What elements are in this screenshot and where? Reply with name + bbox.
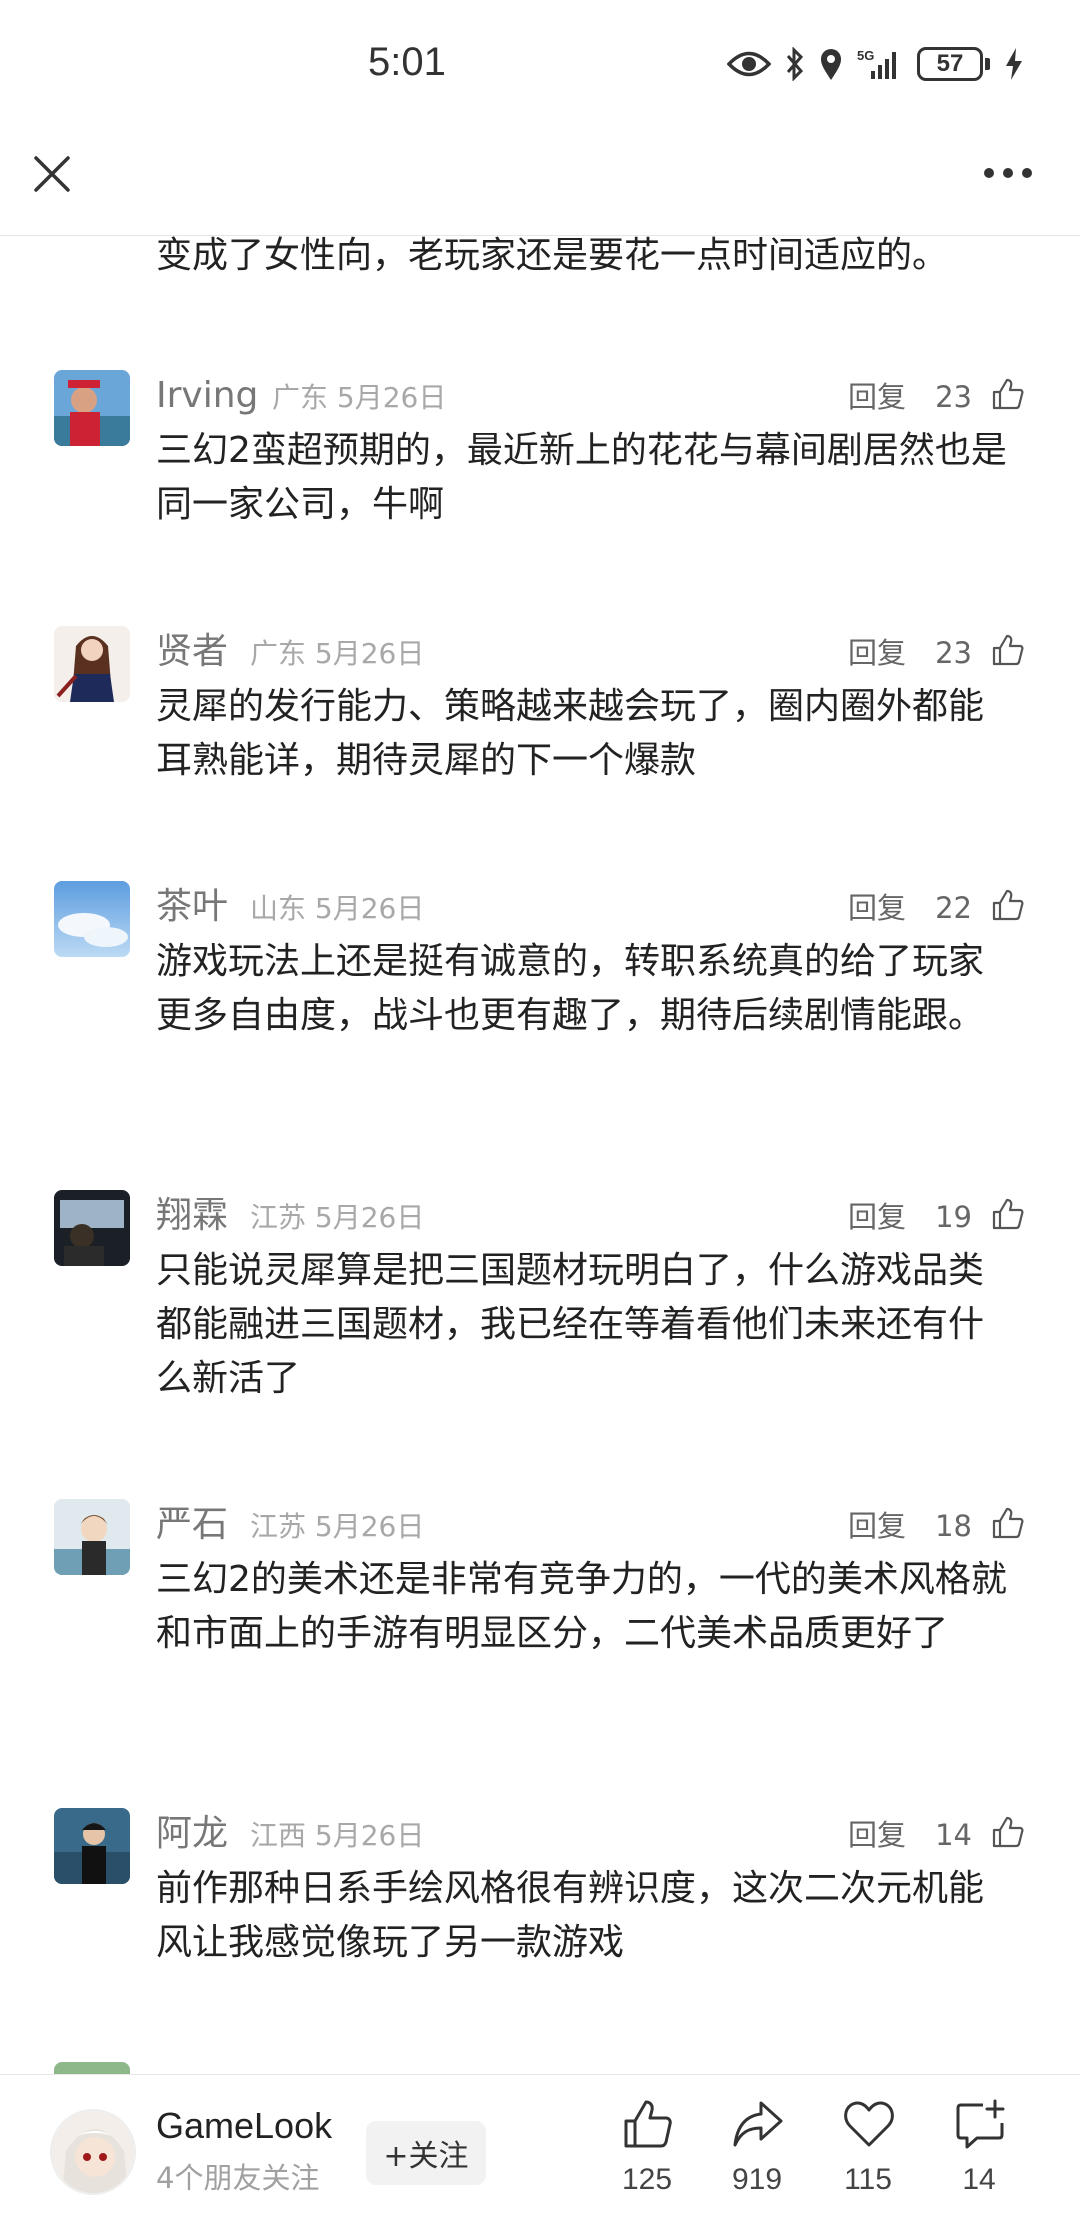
- heart-icon: [844, 2101, 894, 2147]
- comment-location: 广东: [272, 381, 329, 414]
- comment-text: 灵犀的发行能力、策略越来越会玩了，圈内圈外都能耳熟能详，期待灵犀的下一个爆款: [156, 686, 985, 781]
- thumbs-up-icon[interactable]: [990, 1196, 1026, 1232]
- author-name[interactable]: GameLook: [156, 2105, 332, 2147]
- reply-button[interactable]: 回复: [848, 380, 906, 414]
- comment-date: 5月26日: [314, 1819, 425, 1852]
- previous-comment-tail: 变成了女性向，老玩家还是要花一点时间适应的。: [156, 236, 949, 276]
- comment-location: 江苏: [250, 1201, 307, 1234]
- comment-text: 三幻2蛮超预期的，最近新上的花花与幕间剧居然也是同一家公司，牛啊: [156, 430, 1007, 525]
- comment-date: 5月26日: [314, 1510, 425, 1543]
- comment-author[interactable]: 翔霖: [156, 1194, 228, 1238]
- reply-button[interactable]: 回复: [848, 1818, 906, 1852]
- follow-button[interactable]: +关注: [366, 2121, 486, 2185]
- more-icon[interactable]: [982, 166, 1034, 180]
- comment-text: 三幻2的美术还是非常有竞争力的，一代的美术风格就和市面上的手游有明显区分，二代美…: [156, 1559, 1007, 1654]
- comment-text: 游戏玩法上还是挺有诚意的，转职系统真的给了玩家更多自由度，战斗也更有趣了，期待后…: [156, 941, 985, 1036]
- thumbs-up-icon[interactable]: [990, 887, 1026, 923]
- comment-location: 山东: [250, 892, 307, 925]
- status-bar: 5:01 5G 57: [0, 0, 1080, 130]
- comment-date: 5月26日: [314, 637, 425, 670]
- battery-tip: [985, 58, 990, 70]
- avatar[interactable]: [54, 1499, 130, 1575]
- reply-button[interactable]: 回复: [848, 636, 906, 670]
- avatar[interactable]: [54, 2062, 130, 2074]
- thumbs-up-icon: [624, 2100, 672, 2148]
- comment-count: 14: [962, 2163, 996, 2196]
- comment-date: 5月26日: [336, 381, 447, 414]
- reply-button[interactable]: 回复: [848, 891, 906, 925]
- comment-meta: 广东 5月26日: [272, 382, 446, 414]
- comment-author[interactable]: 严石: [156, 1503, 228, 1547]
- comment-author[interactable]: Irving: [156, 374, 258, 418]
- eye-icon: [727, 51, 771, 77]
- reply-button[interactable]: 回复: [848, 1200, 906, 1234]
- comment-location: 江苏: [250, 1510, 307, 1543]
- thumbs-up-icon[interactable]: [990, 1814, 1026, 1850]
- favorite-count: 115: [844, 2163, 892, 2196]
- author-avatar[interactable]: [50, 2109, 136, 2195]
- like-count: 23: [935, 636, 972, 670]
- comment-meta: 广东 5月26日: [250, 638, 424, 670]
- close-icon[interactable]: [28, 150, 76, 198]
- like-count: 18: [935, 1509, 972, 1543]
- comment-date: 5月26日: [314, 1201, 425, 1234]
- favorite-button[interactable]: 115: [818, 2097, 918, 2217]
- thumbs-up-icon[interactable]: [990, 376, 1026, 412]
- like-count: 23: [935, 380, 972, 414]
- like-button[interactable]: 125: [597, 2097, 697, 2217]
- comment-button[interactable]: 14: [929, 2097, 1029, 2217]
- comment-feed[interactable]: 变成了女性向，老玩家还是要花一点时间适应的。 Irving 广东 5月26日 回…: [0, 236, 1080, 2074]
- location-icon: [821, 49, 841, 80]
- avatar[interactable]: [54, 626, 130, 702]
- avatar[interactable]: [54, 881, 130, 957]
- avatar[interactable]: [54, 370, 130, 446]
- charging-icon: [1006, 48, 1022, 80]
- bottom-action-bar: GameLook 4个朋友关注 +关注 125 919 115 14: [0, 2074, 1080, 2228]
- avatar[interactable]: [54, 1190, 130, 1266]
- status-time: 5:01: [368, 40, 446, 84]
- thumbs-up-icon[interactable]: [990, 1505, 1026, 1541]
- network-label: 5G: [857, 48, 874, 63]
- status-icons: 5G 57: [727, 42, 1024, 86]
- comment-meta: 山东 5月26日: [250, 893, 424, 925]
- comment-location: 广东: [250, 637, 307, 670]
- like-count: 14: [935, 1818, 972, 1852]
- reply-button[interactable]: 回复: [848, 1509, 906, 1543]
- signal-5g-icon: 5G: [857, 48, 896, 79]
- share-count: 919: [731, 2163, 783, 2196]
- battery-level: 57: [917, 47, 983, 81]
- comment-author[interactable]: 茶叶: [156, 885, 228, 929]
- comment-text: 只能说灵犀算是把三国题材玩明白了，什么游戏品类都能融进三国题材，我已经在等着看他…: [156, 1250, 985, 1399]
- like-count: 125: [621, 2163, 673, 2196]
- share-button[interactable]: 919: [707, 2097, 807, 2217]
- comment-author[interactable]: 阿龙: [156, 1812, 228, 1856]
- share-icon: [733, 2101, 783, 2147]
- bluetooth-icon: [786, 47, 804, 81]
- comment-add-icon: [956, 2099, 1005, 2149]
- comment-meta: 江苏 5月26日: [250, 1202, 424, 1234]
- thumbs-up-icon[interactable]: [990, 632, 1026, 668]
- comment-text: 前作那种日系手绘风格很有辨识度，这次二次元机能风让我感觉像玩了另一款游戏: [156, 1868, 985, 1963]
- author-followers-info: 4个朋友关注: [156, 2161, 320, 2195]
- like-count: 19: [935, 1200, 972, 1234]
- comment-location: 江西: [250, 1819, 307, 1852]
- like-count: 22: [935, 891, 972, 925]
- comment-meta: 江西 5月26日: [250, 1820, 424, 1852]
- avatar[interactable]: [54, 1808, 130, 1884]
- top-bar: [0, 130, 1080, 236]
- comment-date: 5月26日: [314, 892, 425, 925]
- battery-indicator: 57: [917, 47, 990, 81]
- comment-meta: 江苏 5月26日: [250, 1511, 424, 1543]
- comment-author[interactable]: 贤者: [156, 630, 228, 674]
